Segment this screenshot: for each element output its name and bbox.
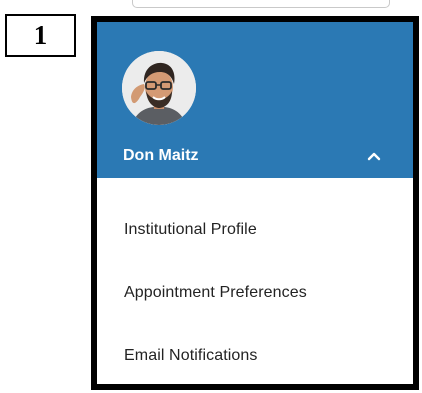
partial-panel-edge bbox=[132, 0, 390, 8]
menu-item-appointment-preferences[interactable]: Appointment Preferences bbox=[97, 274, 413, 314]
step-number: 1 bbox=[33, 20, 48, 50]
step-number-badge: 1 bbox=[5, 14, 76, 57]
user-photo-icon bbox=[122, 51, 196, 125]
chevron-up-icon bbox=[367, 152, 381, 161]
menu-item-label: Email Notifications bbox=[124, 347, 258, 364]
user-name: Don Maitz bbox=[123, 147, 199, 164]
menu-item-label: Appointment Preferences bbox=[124, 284, 307, 301]
collapse-toggle-button[interactable] bbox=[364, 146, 384, 166]
menu-item-institutional-profile[interactable]: Institutional Profile bbox=[97, 211, 413, 251]
menu-item-label: Institutional Profile bbox=[124, 221, 257, 238]
profile-menu-panel: Don Maitz Institutional Profile Appointm… bbox=[91, 16, 419, 390]
avatar bbox=[122, 51, 196, 125]
profile-menu-header: Don Maitz bbox=[97, 22, 413, 178]
menu-item-email-notifications[interactable]: Email Notifications bbox=[97, 337, 413, 377]
